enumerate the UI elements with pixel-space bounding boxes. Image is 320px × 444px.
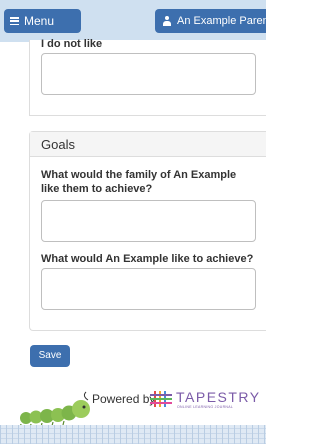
save-button[interactable]: Save: [30, 345, 70, 367]
menu-button-label: Menu: [24, 14, 55, 28]
user-account-button[interactable]: An Example Parent: [155, 9, 266, 33]
footer: Powered by TAPESTRY ONLINE LEARNING JOUR…: [0, 380, 266, 444]
goals-panel-heading: Goals: [30, 132, 266, 157]
family-goals-textarea[interactable]: [41, 200, 256, 242]
goals-panel: Goals What would the family of An Exampl…: [29, 131, 266, 331]
tapestry-logo-icon: [150, 391, 172, 407]
footer-grass-strip: [0, 425, 266, 444]
hamburger-icon: [10, 17, 19, 25]
family-goals-label: What would the family of An Example like…: [41, 169, 237, 195]
caterpillar-icon: [19, 391, 90, 428]
dislikes-panel: I do not like: [29, 38, 266, 116]
child-goals-label: What would An Example like to achieve?: [41, 253, 254, 265]
tapestry-brand-name: TAPESTRY: [176, 389, 261, 405]
user-account-label: An Example Parent: [177, 15, 266, 27]
tapestry-tagline: ONLINE LEARNING JOURNAL: [177, 405, 234, 409]
dislikes-textarea[interactable]: [41, 53, 256, 95]
top-navbar: Menu An Example Parent: [0, 0, 266, 42]
powered-by-text: Powered by: [92, 392, 156, 406]
child-goals-textarea[interactable]: [41, 268, 256, 310]
menu-button[interactable]: Menu: [4, 9, 81, 33]
user-icon: [162, 16, 172, 26]
dislikes-label: I do not like: [41, 38, 103, 50]
